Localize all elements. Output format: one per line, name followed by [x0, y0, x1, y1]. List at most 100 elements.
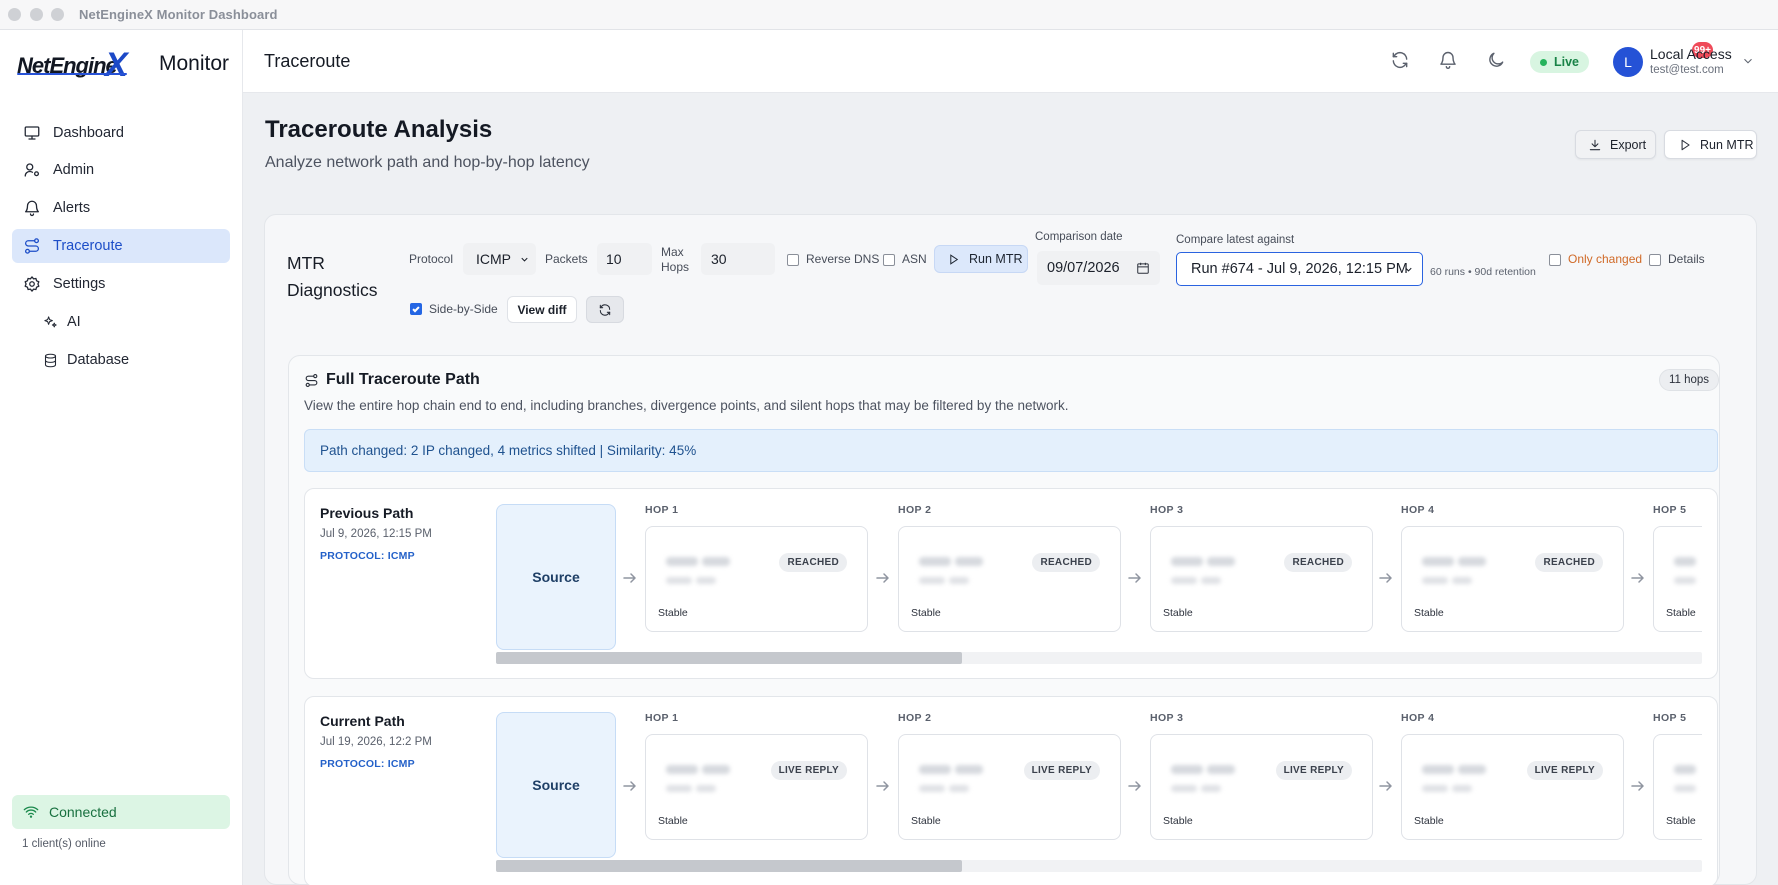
hops-count-badge: 11 hops [1659, 369, 1719, 391]
bell-icon [22, 198, 42, 218]
hop-card[interactable]: LIVE REPLY Stable [1401, 734, 1624, 840]
arrow-right-icon [1128, 779, 1142, 791]
hop-card[interactable]: LIVE REPLY Stable [1150, 734, 1373, 840]
notifications-bell-icon[interactable] [1438, 50, 1460, 72]
hop-card[interactable]: Stable [1653, 526, 1702, 632]
hop-status-badge: LIVE REPLY [1023, 761, 1100, 780]
packets-input[interactable]: 10 [597, 243, 652, 275]
hop-label: HOP 4 [1401, 504, 1435, 516]
wifi-icon [23, 806, 39, 818]
play-icon [1681, 139, 1690, 150]
hop-label: HOP 3 [1150, 712, 1184, 724]
hop-card[interactable]: REACHED Stable [1150, 526, 1373, 632]
chevron-down-icon [1405, 267, 1412, 272]
sidebar-item-database[interactable]: Database [32, 343, 230, 377]
sidebar-item-admin[interactable]: Admin [12, 153, 230, 187]
window-minimize-button[interactable] [30, 8, 43, 21]
arrow-right-icon [1631, 571, 1645, 583]
hop-label: HOP 1 [645, 504, 679, 516]
export-label: Export [1610, 137, 1647, 152]
horizontal-scrollbar[interactable] [496, 860, 1702, 872]
arrow-right-icon [1631, 779, 1645, 791]
hop-stability: Stable [1666, 607, 1696, 619]
previous-path-panel: Previous Path Jul 9, 2026, 12:15 PM PROT… [304, 488, 1718, 679]
hop-status-badge: REACHED [1032, 553, 1100, 572]
sidebar-item-traceroute[interactable]: Traceroute [12, 229, 230, 263]
reverse-dns-checkbox[interactable] [787, 254, 799, 266]
window-zoom-button[interactable] [51, 8, 64, 21]
only-changed-checkbox[interactable] [1549, 254, 1561, 266]
hop-label: HOP 4 [1401, 712, 1435, 724]
asn-checkbox[interactable] [883, 254, 895, 266]
logo-suffix: Monitor [159, 52, 230, 75]
redacted-ip [702, 557, 730, 566]
protocol-select[interactable]: ICMP [463, 243, 536, 275]
hop-status-badge: REACHED [1284, 553, 1352, 572]
run-mtr-header-button[interactable]: Run MTR [1664, 130, 1757, 159]
hop-card[interactable]: REACHED Stable [645, 526, 868, 632]
user-name[interactable]: Local Access [1650, 46, 1732, 62]
hop-stability: Stable [1414, 607, 1444, 619]
sidebar-item-label: Traceroute [53, 238, 123, 254]
hop-card[interactable]: Stable [1653, 734, 1702, 840]
sidebar-item-label: Admin [53, 162, 95, 178]
refresh-comparison-button[interactable] [586, 296, 624, 323]
redacted-host [666, 785, 692, 792]
hop-card[interactable]: LIVE REPLY Stable [898, 734, 1121, 840]
packets-label: Packets [545, 252, 588, 266]
compare-against-label: Compare latest against [1176, 234, 1295, 246]
window-close-button[interactable] [8, 8, 21, 21]
export-button[interactable]: Export [1575, 130, 1656, 159]
compare-run-select[interactable]: Run #674 - Jul 9, 2026, 12:15 PM [1176, 252, 1423, 286]
details-label: Details [1668, 252, 1705, 266]
scrollbar-thumb[interactable] [496, 860, 962, 872]
horizontal-scrollbar[interactable] [496, 652, 1702, 664]
redacted-ip [919, 557, 951, 566]
avatar[interactable]: L [1613, 47, 1643, 77]
source-node[interactable]: Source [496, 712, 616, 858]
calendar-icon[interactable] [1136, 261, 1150, 275]
comparison-date-value: 09/07/2026 [1047, 260, 1120, 276]
source-node[interactable]: Source [496, 504, 616, 650]
sidebar-item-dashboard[interactable]: Dashboard [12, 116, 230, 150]
download-icon [1589, 139, 1601, 150]
refresh-icon[interactable] [1390, 50, 1412, 72]
live-status-badge: Live [1530, 51, 1589, 73]
sidebar-item-settings[interactable]: Settings [12, 267, 230, 301]
run-mtr-button[interactable]: Run MTR [934, 245, 1028, 273]
max-hops-input[interactable]: 30 [701, 243, 775, 275]
moon-icon[interactable] [1486, 50, 1508, 72]
redacted-ip [1422, 557, 1454, 566]
path-protocol: PROTOCOL: ICMP [320, 758, 415, 770]
sidebar-item-alerts[interactable]: Alerts [12, 191, 230, 225]
hop-label: HOP 5 [1653, 712, 1687, 724]
hop-stability: Stable [911, 607, 941, 619]
redacted-ip [1171, 557, 1203, 566]
scrollbar-thumb[interactable] [496, 652, 962, 664]
hop-card[interactable]: REACHED Stable [1401, 526, 1624, 632]
comparison-date-label: Comparison date [1035, 231, 1123, 243]
view-diff-button[interactable]: View diff [507, 296, 577, 323]
sidebar-item-ai[interactable]: AI [32, 305, 230, 339]
logo-text: NetEngine [17, 53, 118, 78]
redacted-host [1422, 577, 1448, 584]
top-bar: Traceroute 99+ Live L Local Access test@… [243, 30, 1778, 93]
redacted-host [1452, 577, 1472, 584]
details-checkbox[interactable] [1649, 254, 1661, 266]
arrow-right-icon [623, 571, 637, 583]
hop-stability: Stable [911, 815, 941, 827]
user-email: test@test.com [1650, 64, 1724, 76]
side-by-side-checkbox[interactable] [410, 303, 422, 315]
chevron-down-icon[interactable] [1741, 54, 1755, 68]
full-path-title: Full Traceroute Path [326, 371, 480, 388]
hop-card[interactable]: REACHED Stable [898, 526, 1121, 632]
comparison-date-input[interactable]: 09/07/2026 [1037, 251, 1160, 285]
redacted-ip [1207, 765, 1235, 774]
hop-stability: Stable [1163, 815, 1193, 827]
redacted-host [696, 577, 716, 584]
connection-label: Connected [49, 804, 117, 820]
live-label: Live [1554, 55, 1580, 69]
logo-underline [17, 73, 127, 75]
hop-card[interactable]: LIVE REPLY Stable [645, 734, 868, 840]
path-change-summary: Path changed: 2 IP changed, 4 metrics sh… [304, 429, 1718, 472]
